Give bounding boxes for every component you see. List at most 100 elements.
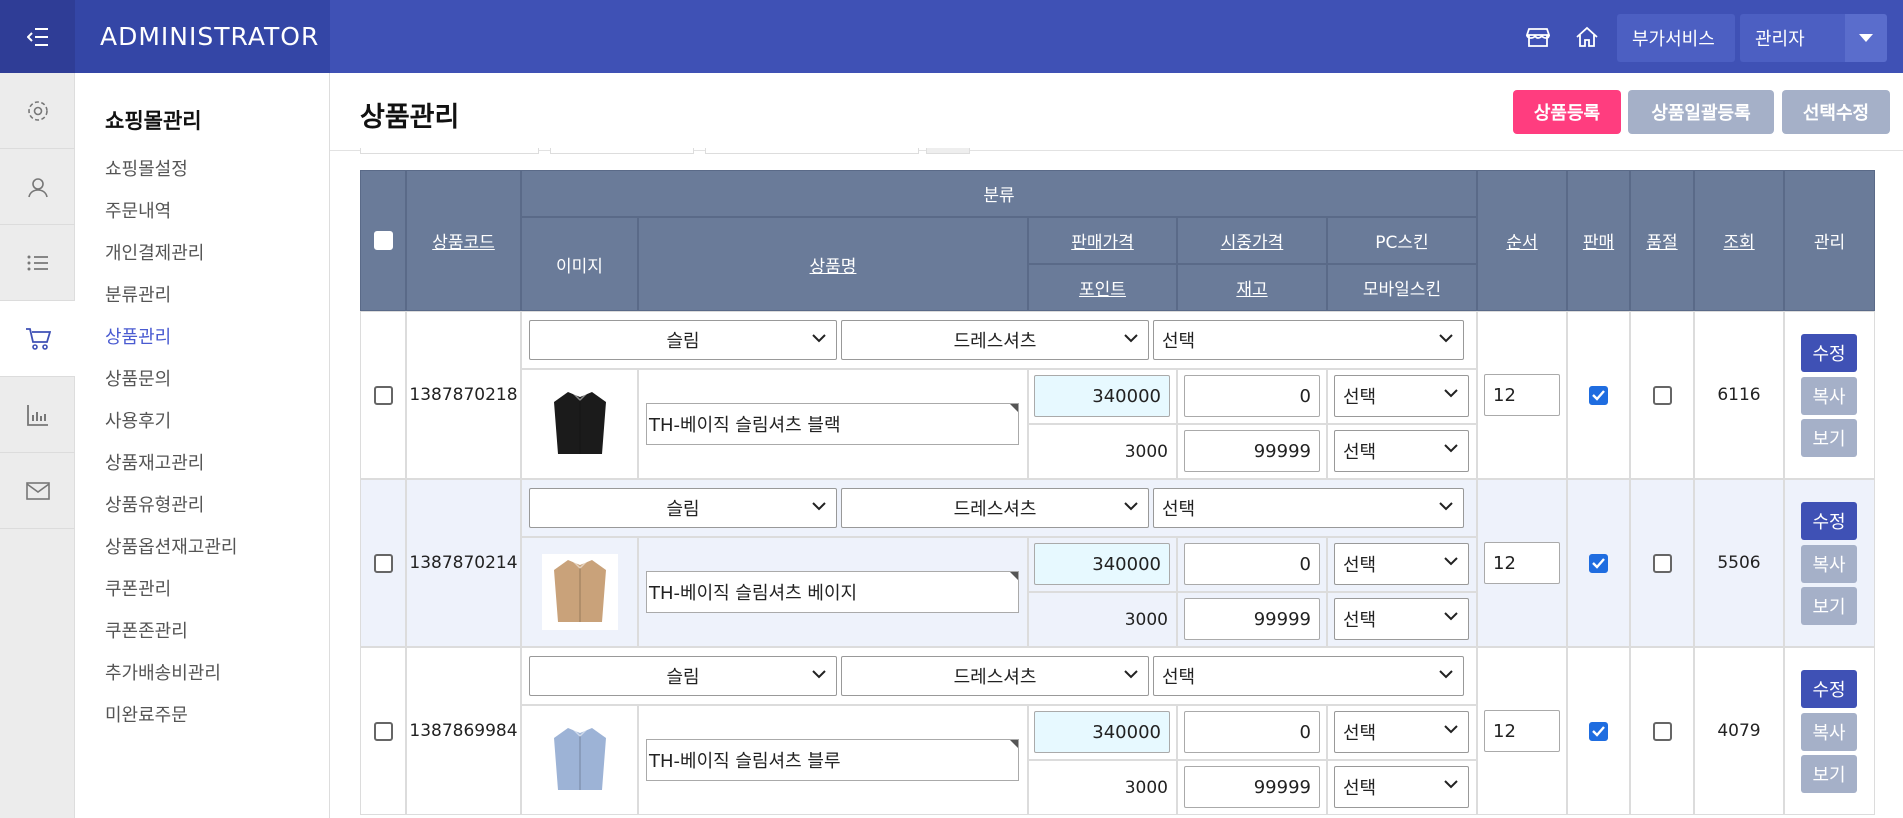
category-select-2[interactable]: 드레스셔츠 (841, 488, 1149, 528)
order-input[interactable]: 12 (1484, 542, 1560, 584)
category-select-1[interactable]: 슬림 (529, 320, 837, 360)
market-price-input[interactable]: 0 (1184, 375, 1320, 417)
sidebar-item-product-types[interactable]: 상품유형관리 (105, 491, 204, 517)
row-edit-button[interactable]: 수정 (1801, 502, 1857, 540)
row-checkbox[interactable] (373, 721, 393, 741)
store-icon[interactable] (1523, 22, 1553, 52)
sale-checkbox[interactable] (1589, 553, 1608, 573)
category-select-2[interactable]: 드레스셔츠 (841, 656, 1149, 696)
pc-skin-select[interactable]: 선택 (1334, 711, 1469, 753)
order-input[interactable]: 12 (1484, 710, 1560, 752)
sidebar-item-extra-shipping[interactable]: 추가배송비관리 (105, 659, 221, 685)
price-input[interactable]: 340000 (1034, 375, 1170, 417)
sidebar-item-option-stock[interactable]: 상품옵션재고관리 (105, 533, 237, 559)
sidebar-item-shop-settings[interactable]: 쇼핑몰설정 (105, 155, 188, 181)
page-title: 상품관리 (360, 102, 460, 133)
product-name-input[interactable]: TH-베이직 슬림셔츠 베이지 (646, 571, 1019, 613)
sidebar-item-orders[interactable]: 주문내역 (105, 197, 171, 223)
row-edit-button[interactable]: 수정 (1801, 670, 1857, 708)
mobile-skin-select[interactable]: 선택 (1334, 766, 1469, 808)
stock-input[interactable]: 99999 (1184, 766, 1320, 808)
row-copy-button[interactable]: 복사 (1801, 377, 1857, 415)
sidebar-item-reviews[interactable]: 사용후기 (105, 407, 171, 433)
product-name-input[interactable]: TH-베이직 슬림셔츠 블루 (646, 739, 1019, 781)
resize-corner-icon[interactable] (1010, 572, 1018, 580)
edit-selected-button[interactable]: 선택수정 (1782, 90, 1890, 134)
mobile-skin-select[interactable]: 선택 (1334, 598, 1469, 640)
user-icon[interactable] (0, 149, 75, 225)
top-bar: ADMINISTRATOR 부가서비스 관리자 (0, 0, 1903, 73)
register-product-button[interactable]: 상품등록 (1513, 90, 1621, 134)
soldout-checkbox[interactable] (1652, 721, 1672, 741)
home-icon[interactable] (1572, 22, 1602, 52)
row-checkbox[interactable] (373, 553, 393, 573)
resize-corner-icon[interactable] (1010, 404, 1018, 412)
select-all-checkbox[interactable] (373, 231, 393, 250)
th-point[interactable]: 포인트 (1028, 264, 1177, 311)
caret-down-icon[interactable] (1845, 14, 1887, 62)
th-sale[interactable]: 판매 (1567, 170, 1630, 311)
row-view-button[interactable]: 보기 (1801, 755, 1857, 793)
brand-logo[interactable]: ADMINISTRATOR (75, 0, 330, 73)
resize-corner-icon[interactable] (1010, 740, 1018, 748)
views-cell: 6116 (1694, 311, 1784, 479)
pc-skin-select[interactable]: 선택 (1334, 375, 1469, 417)
category-select-2[interactable]: 드레스셔츠 (841, 320, 1149, 360)
sidebar-title: 쇼핑몰관리 (105, 109, 202, 133)
row-copy-button[interactable]: 복사 (1801, 713, 1857, 751)
pc-skin-select[interactable]: 선택 (1334, 543, 1469, 585)
th-stock[interactable]: 재고 (1177, 264, 1327, 311)
sidebar-item-products[interactable]: 상품관리 (105, 323, 171, 349)
th-soldout[interactable]: 품절 (1630, 170, 1694, 311)
gear-icon[interactable] (0, 73, 75, 149)
user-menu-button[interactable]: 관리자 (1740, 14, 1845, 62)
th-price[interactable]: 판매가격 (1028, 217, 1177, 264)
price-input[interactable]: 340000 (1034, 543, 1170, 585)
shirt-image[interactable] (541, 722, 618, 798)
shirt-image[interactable] (541, 386, 618, 462)
sidebar-item-personal-payment[interactable]: 개인결제관리 (105, 239, 204, 265)
addon-service-button[interactable]: 부가서비스 (1617, 14, 1735, 62)
bulk-register-button[interactable]: 상품일괄등록 (1628, 90, 1774, 134)
sidebar-item-categories[interactable]: 분류관리 (105, 281, 171, 307)
th-market-price[interactable]: 시중가격 (1177, 217, 1327, 264)
menu-collapse-icon[interactable] (0, 0, 75, 73)
category-select-3[interactable]: 선택 (1153, 656, 1464, 696)
category-select-1[interactable]: 슬림 (529, 488, 837, 528)
market-price-input[interactable]: 0 (1184, 711, 1320, 753)
row-copy-button[interactable]: 복사 (1801, 545, 1857, 583)
soldout-checkbox[interactable] (1652, 385, 1672, 405)
price-input[interactable]: 340000 (1034, 711, 1170, 753)
sidebar-item-incomplete-orders[interactable]: 미완료주문 (105, 701, 188, 727)
list-icon[interactable] (0, 225, 75, 301)
mail-icon[interactable] (0, 453, 75, 529)
sale-checkbox[interactable] (1589, 385, 1608, 405)
row-checkbox[interactable] (373, 385, 393, 405)
category-select-3[interactable]: 선택 (1153, 488, 1464, 528)
market-price-input[interactable]: 0 (1184, 543, 1320, 585)
row-view-button[interactable]: 보기 (1801, 419, 1857, 457)
sidebar-item-coupon-zone[interactable]: 쿠폰존관리 (105, 617, 188, 643)
product-name-input[interactable]: TH-베이직 슬림셔츠 블랙 (646, 403, 1019, 445)
row-view-button[interactable]: 보기 (1801, 587, 1857, 625)
stock-input[interactable]: 99999 (1184, 598, 1320, 640)
cart-icon[interactable] (0, 301, 75, 377)
category-select-1[interactable]: 슬림 (529, 656, 837, 696)
sidebar-item-coupons[interactable]: 쿠폰관리 (105, 575, 171, 601)
soldout-checkbox[interactable] (1652, 553, 1672, 573)
sidebar-item-product-inquiry[interactable]: 상품문의 (105, 365, 171, 391)
category-select-3[interactable]: 선택 (1153, 320, 1464, 360)
th-views[interactable]: 조회 (1694, 170, 1784, 311)
mobile-skin-select[interactable]: 선택 (1334, 430, 1469, 472)
chart-icon[interactable] (0, 377, 75, 453)
sale-checkbox[interactable] (1589, 721, 1608, 741)
shirt-image[interactable] (541, 554, 618, 630)
sidebar-item-stock[interactable]: 상품재고관리 (105, 449, 204, 475)
order-input[interactable]: 12 (1484, 374, 1560, 416)
row-edit-button[interactable]: 수정 (1801, 334, 1857, 372)
th-code[interactable]: 상품코드 (406, 170, 521, 311)
sidebar: 쇼핑몰관리 쇼핑몰설정 주문내역 개인결제관리 분류관리 상품관리 상품문의 사… (75, 73, 330, 818)
stock-input[interactable]: 99999 (1184, 430, 1320, 472)
th-name[interactable]: 상품명 (638, 217, 1028, 311)
th-order[interactable]: 순서 (1477, 170, 1567, 311)
